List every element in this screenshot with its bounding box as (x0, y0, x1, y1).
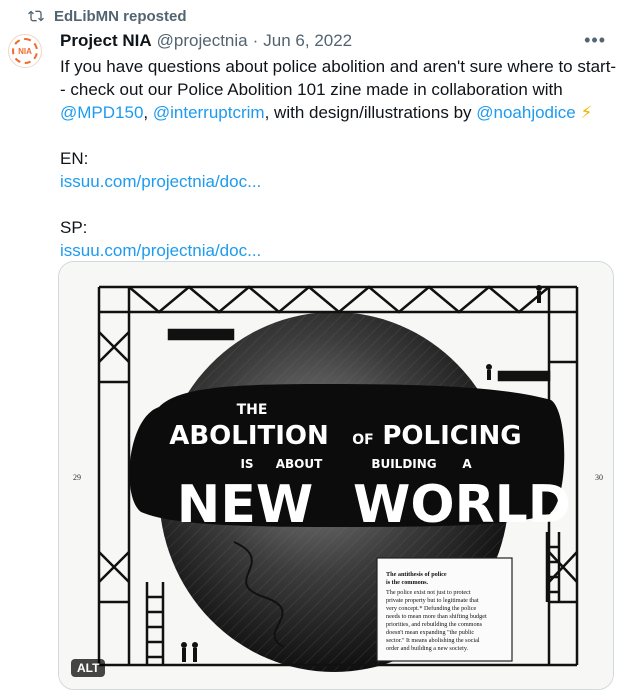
note-body-8: order and building a new society. (386, 645, 469, 652)
title-world: WORLD (353, 475, 571, 535)
title-a: A (462, 457, 472, 471)
title-abolition: ABOLITION (169, 421, 329, 451)
note-title-1: The antithesis of police (386, 571, 447, 578)
post-date[interactable]: Jun 6, 2022 (263, 31, 352, 51)
post-line-2: - check out our Police Abolition 101 zin… (60, 80, 563, 99)
repost-icon (28, 10, 44, 22)
note-body-6: doesn't mean expanding "the public (386, 629, 474, 636)
page-number-left: 29 (73, 473, 81, 482)
more-icon[interactable]: ••• (584, 30, 606, 51)
comma-text: , (143, 103, 153, 122)
note-box: The antithesis of police is the commons.… (376, 557, 513, 662)
post-line-1: If you have questions about police aboli… (60, 57, 617, 76)
post-header: Project NIA @projectnia · Jun 6, 2022 (60, 31, 580, 51)
mid-text: , with design/illustrations by (264, 103, 477, 122)
sp-label: SP: (60, 218, 88, 237)
title-building: BUILDING (371, 457, 436, 471)
mention-interruptcrim[interactable]: @interruptcrim (153, 103, 265, 122)
title-the: THE (237, 402, 268, 418)
post-image[interactable]: THE ABOLITION OF POLICING IS ABOUT BUILD… (58, 261, 614, 690)
title-about: ABOUT (276, 457, 323, 471)
author-name[interactable]: Project NIA (60, 31, 152, 51)
lightning-icon: ⚡ (580, 103, 593, 122)
title-is: IS (240, 457, 253, 471)
note-body-4: needs to mean more than shifting budget (386, 613, 487, 620)
avatar[interactable]: NIA (8, 34, 42, 68)
title-policing: POLICING (382, 421, 521, 451)
sp-link[interactable]: issuu.com/projectnia/doc... (60, 239, 612, 262)
mention-mpd150[interactable]: @MPD150 (60, 103, 143, 122)
note-title-2: is the commons. (386, 579, 429, 586)
post-line-3: @MPD150, @interruptcrim, with design/ill… (60, 101, 612, 124)
post-text: If you have questions about police aboli… (60, 55, 617, 262)
title-new: NEW (177, 475, 313, 535)
alt-badge[interactable]: ALT (71, 659, 106, 677)
note-body-3: very concept.* Defunding the police (386, 605, 476, 612)
mention-noahjodice[interactable]: @noahjodice (476, 103, 576, 122)
en-link[interactable]: issuu.com/projectnia/doc... (60, 170, 612, 193)
author-handle[interactable]: @projectnia (157, 31, 248, 51)
repost-text: EdLibMN reposted (54, 7, 187, 25)
note-body-5: priorities, and rebuilding the commons (386, 621, 483, 628)
note-body-2: private property but to legitimate that (386, 597, 479, 604)
page-number-right: 30 (595, 473, 603, 482)
header-separator: · (252, 31, 259, 50)
zine-illustration: THE ABOLITION OF POLICING IS ABOUT BUILD… (59, 262, 613, 689)
repost-indicator[interactable]: EdLibMN reposted (28, 6, 187, 26)
avatar-logo: NIA (12, 38, 38, 64)
note-body-1: The police exist not just to protect (386, 589, 471, 596)
note-body-7: sector." It means abolishing the social (386, 637, 480, 644)
title-of: OF (352, 432, 373, 448)
en-label: EN: (60, 149, 89, 168)
